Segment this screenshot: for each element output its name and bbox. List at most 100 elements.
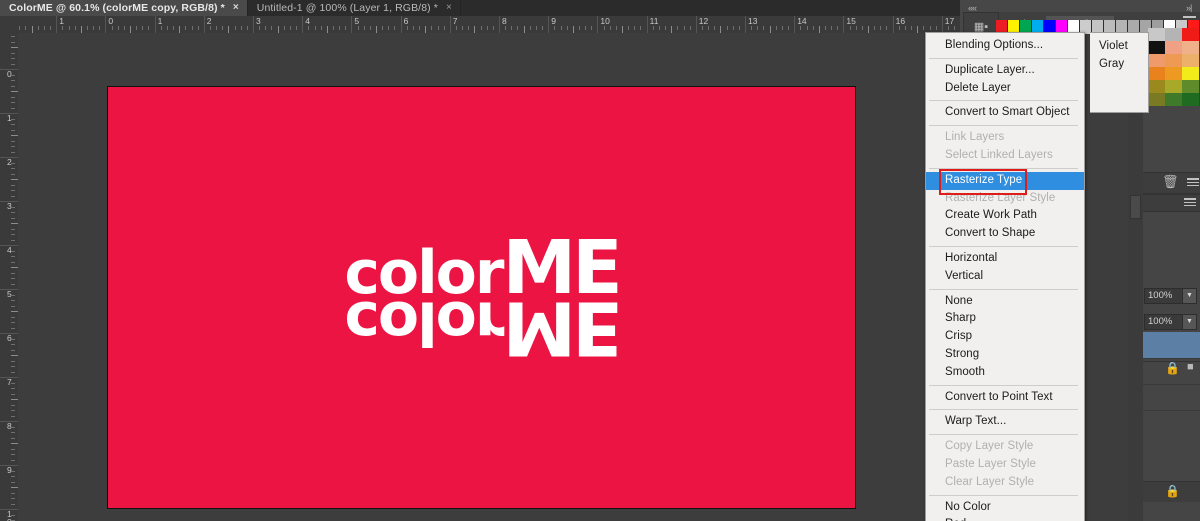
ruler-tick [855,26,857,30]
ruler-tick [11,426,15,428]
swatch-cell[interactable] [1182,28,1199,41]
ruler-tick [431,26,433,30]
layer-row[interactable] [1143,358,1200,385]
ruler-tick [11,96,15,98]
ruler-tick [43,26,45,30]
menu-item-duplicate-layer[interactable]: Duplicate Layer... [926,62,1084,80]
panel-menu-icon[interactable] [1187,178,1199,188]
menu-item-gray[interactable]: Gray [1090,56,1148,74]
swatch-cell[interactable] [1148,54,1165,67]
fill-value[interactable]: 100% [1144,314,1184,330]
ruler-tick [148,26,150,30]
swatch-cell[interactable] [1182,80,1199,93]
ruler-tick [216,26,218,30]
document-tab-colorme[interactable]: ColorME @ 60.1% (colorME copy, RGB/8) * … [0,0,248,16]
ruler-tick [603,26,605,30]
close-icon[interactable]: × [446,3,452,13]
menu-item-convert-to-shape[interactable]: Convert to Shape [926,225,1084,243]
vertical-ruler[interactable]: 101234567891 0 [0,33,19,521]
menu-item-no-color[interactable]: No Color [926,499,1084,517]
layer-row[interactable] [1143,384,1200,411]
ruler-label: 14 [797,16,807,26]
ruler-tick [517,26,519,30]
swatch-cell[interactable] [1182,93,1199,106]
swatch-cell[interactable] [1165,41,1182,54]
menu-separator [929,125,1078,127]
ruler-tick [271,26,273,30]
menu-item-blending-options[interactable]: Blending Options... [926,37,1084,55]
opacity-dropdown-icon[interactable]: ▼ [1182,288,1197,304]
artwork-text-mirrored: colorME [322,285,642,371]
menu-item-create-work-path[interactable]: Create Work Path [926,207,1084,225]
swatch-cell[interactable] [1148,67,1165,80]
ruler-tick [11,151,15,153]
ruler-tick [917,26,919,33]
swatch-cell[interactable] [1182,67,1199,80]
ruler-label: 9 [551,16,556,26]
swatches-grid[interactable] [1148,28,1200,119]
context-menu-color-labels[interactable]: Violet Gray [1090,32,1149,113]
ruler-tick [904,26,906,30]
layer-row-selected[interactable] [1143,332,1200,359]
ruler-tick [142,26,144,30]
trash-icon[interactable]: 🗑 [1162,175,1179,188]
ruler-tick [11,399,18,400]
ruler-tick [265,26,267,30]
ruler-tick [11,294,15,296]
menu-item-convert-to-smart-object[interactable]: Convert to Smart Object [926,104,1084,122]
ruler-tick [11,80,15,81]
close-icon[interactable]: × [233,3,239,13]
menu-item-delete-layer[interactable]: Delete Layer [926,80,1084,98]
ruler-tick [11,344,15,345]
menu-separator [929,409,1078,411]
menu-item-strong[interactable]: Strong [926,346,1084,364]
menu-item-vertical[interactable]: Vertical [926,268,1084,286]
ruler-tick [173,26,175,30]
panel-options-icon[interactable] [1184,198,1196,208]
ruler-tick [11,41,15,43]
menu-item-warp-text[interactable]: Warp Text... [926,413,1084,431]
swatch-cell[interactable] [1165,54,1182,67]
menu-item-red[interactable]: Red [926,516,1084,521]
ruler-tick [781,26,783,30]
swatch-cell[interactable] [1165,67,1182,80]
menu-item-smooth[interactable]: Smooth [926,364,1084,382]
layer-context-menu[interactable]: Blending Options... Duplicate Layer... Del… [925,32,1085,521]
menu-item-none[interactable]: None [926,293,1084,311]
artboard[interactable]: colorME colorME [108,87,855,508]
panel-collapse-tab[interactable] [1130,195,1141,219]
ruler-tick [11,487,18,488]
ruler-tick [11,470,15,472]
ruler-tick [296,26,298,30]
swatch-cell[interactable] [1165,28,1182,41]
ruler-tick [523,26,525,33]
swatch-cell[interactable] [1148,28,1165,41]
menu-item-crisp[interactable]: Crisp [926,328,1084,346]
menu-item-select-linked-layers: Select Linked Layers [945,148,1053,161]
swatch-cell[interactable] [1148,93,1165,106]
swatch-cell[interactable] [1148,41,1165,54]
ruler-tick [640,26,642,30]
menu-separator [929,100,1078,102]
ruler-tick [11,410,15,411]
document-tab-untitled1[interactable]: Untitled-1 @ 100% (Layer 1, RGB/8) * × [247,0,461,16]
ruler-label: 6 [403,16,409,26]
menu-item-convert-to-point-text[interactable]: Convert to Point Text [926,389,1084,407]
menu-item-rasterize-type[interactable]: Rasterize Type [926,171,1084,190]
swatch-cell[interactable] [1165,80,1182,93]
ruler-tick [228,26,230,33]
menu-item-violet[interactable]: Violet [1090,38,1148,56]
ruler-corner[interactable] [0,16,19,34]
swatch-cell[interactable] [1165,93,1182,106]
swatch-cell[interactable] [1148,80,1165,93]
ruler-tick [11,272,15,274]
menu-item-sharp[interactable]: Sharp [926,310,1084,328]
menu-item-horizontal[interactable]: Horizontal [926,250,1084,268]
fill-dropdown-icon[interactable]: ▼ [1182,314,1197,330]
ruler-tick [806,26,808,30]
lock-icon[interactable]: 🔒 [1165,485,1180,497]
swatch-cell[interactable] [1182,41,1199,54]
opacity-value[interactable]: 100% [1144,288,1184,304]
swatch-cell[interactable] [1182,54,1199,67]
ruler-tick [314,26,316,30]
